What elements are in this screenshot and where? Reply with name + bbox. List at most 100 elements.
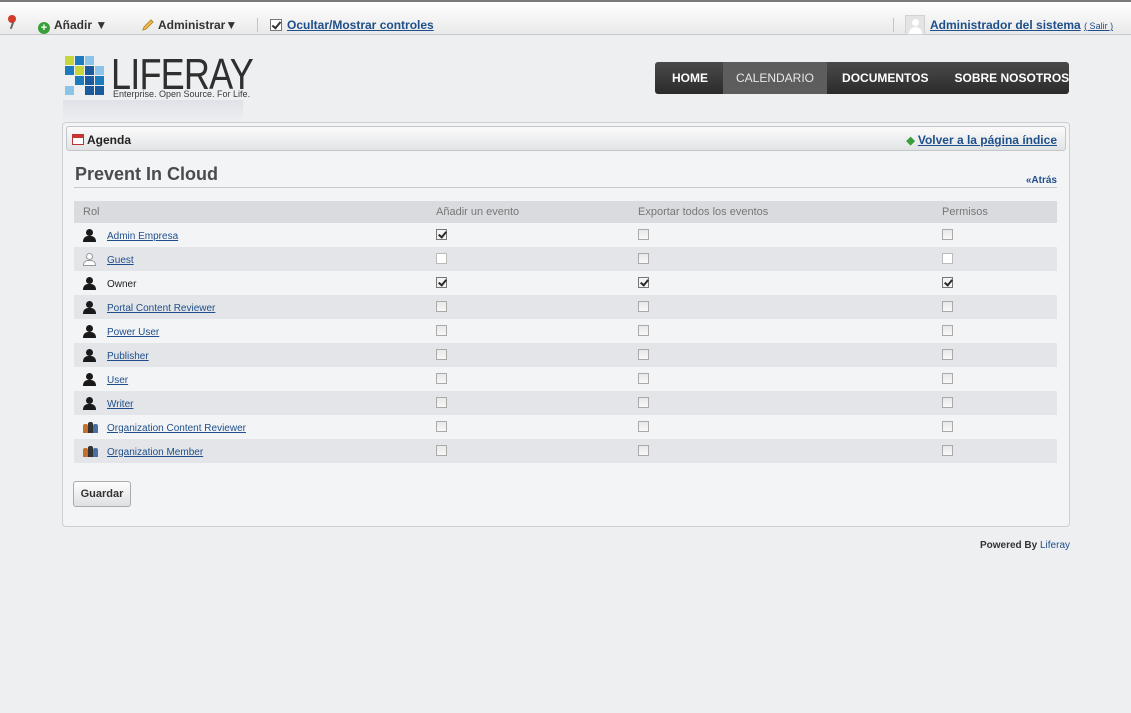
user-name-link[interactable]: Administrador del sistema (930, 18, 1081, 32)
pin-icon[interactable] (6, 15, 18, 30)
add-menu-label: Añadir ▼ (54, 18, 108, 32)
export-events-checkbox[interactable] (638, 229, 649, 241)
back-to-index[interactable]: ◆ Volver a la página índice (906, 133, 1057, 147)
portlet-titlebar: Agenda ◆ Volver a la página índice (66, 126, 1066, 151)
user-icon (83, 300, 96, 314)
nav-tab-sobre-nosotros[interactable]: SOBRE NOSOTROS (941, 62, 1082, 94)
nav-tab-home[interactable]: HOME (659, 62, 721, 94)
user-menu[interactable]: Administrador del sistema ( Salir ) (930, 18, 1113, 32)
export-events-checkbox[interactable] (638, 253, 649, 265)
permissions-checkbox[interactable] (942, 301, 953, 313)
add-event-cell (427, 319, 629, 343)
table-row: Publisher (74, 343, 1057, 367)
permissions-checkbox[interactable] (942, 421, 953, 433)
export-events-checkbox[interactable] (638, 349, 649, 361)
role-name[interactable]: Organization Content Reviewer (107, 423, 246, 434)
manage-menu-label: Administrar▼ (158, 18, 238, 32)
role-cell: Portal Content Reviewer (74, 295, 427, 319)
user-icon (83, 228, 96, 242)
column-header-permissions: Permisos (933, 201, 1057, 223)
add-event-cell (427, 247, 629, 271)
permissions-cell (933, 439, 1057, 463)
add-event-checkbox[interactable] (436, 325, 447, 337)
dock-divider (257, 18, 258, 32)
powered-by-label: Powered By (979, 540, 1038, 551)
permissions-cell (933, 391, 1057, 415)
add-event-checkbox[interactable] (436, 349, 447, 361)
back-link[interactable]: «Atrás (1026, 175, 1057, 186)
export-events-cell (629, 319, 933, 343)
permissions-cell (933, 343, 1057, 367)
export-events-checkbox[interactable] (638, 277, 649, 289)
export-events-checkbox[interactable] (638, 373, 649, 385)
add-event-checkbox[interactable] (436, 397, 447, 409)
add-event-cell (427, 415, 629, 439)
table-row: Organization Member (74, 439, 1057, 463)
table-row: Guest (74, 247, 1057, 271)
permissions-cell (933, 319, 1057, 343)
add-event-checkbox[interactable] (436, 277, 447, 289)
add-menu[interactable]: + Añadir ▼ (38, 18, 107, 34)
role-name[interactable]: Guest (107, 255, 134, 266)
role-name[interactable]: Writer (107, 399, 133, 410)
user-icon (83, 396, 96, 410)
add-event-checkbox[interactable] (436, 373, 447, 385)
column-header-rol: Rol (74, 201, 427, 223)
add-event-checkbox[interactable] (436, 445, 447, 457)
add-event-cell (427, 439, 629, 463)
add-event-checkbox[interactable] (436, 253, 447, 265)
permissions-cell (933, 415, 1057, 439)
export-events-cell (629, 247, 933, 271)
role-cell: Writer (74, 391, 427, 415)
nav-tab-calendario[interactable]: CALENDARIO (723, 62, 828, 94)
back-to-index-link[interactable]: Volver a la página índice (918, 133, 1057, 147)
permissions-checkbox[interactable] (942, 373, 953, 385)
permissions-checkbox[interactable] (942, 325, 953, 337)
role-cell: Power User (74, 319, 427, 343)
nav-tab-documentos[interactable]: DOCUMENTOS (829, 62, 941, 94)
role-name[interactable]: Power User (107, 327, 159, 338)
permissions-checkbox[interactable] (942, 397, 953, 409)
role-name[interactable]: Portal Content Reviewer (107, 303, 215, 314)
export-events-checkbox[interactable] (638, 421, 649, 433)
role-cell: Publisher (74, 343, 427, 367)
page-title: Prevent In Cloud (75, 164, 219, 184)
add-event-cell (427, 295, 629, 319)
role-cell: Admin Empresa (74, 223, 427, 247)
export-events-cell (629, 367, 933, 391)
export-events-checkbox[interactable] (638, 397, 649, 409)
permissions-checkbox[interactable] (942, 253, 953, 265)
table-row: Owner (74, 271, 1057, 295)
add-event-checkbox[interactable] (436, 421, 447, 433)
role-cell: Organization Content Reviewer (74, 415, 427, 439)
toggle-controls[interactable]: Ocultar/Mostrar controles (270, 18, 434, 32)
manage-menu[interactable]: Administrar▼ (142, 18, 237, 32)
organization-icon (83, 421, 98, 433)
add-event-checkbox[interactable] (436, 229, 447, 241)
permissions-checkbox[interactable] (942, 229, 953, 241)
dock-divider (893, 18, 894, 32)
permissions-checkbox[interactable] (942, 445, 953, 457)
add-event-checkbox[interactable] (436, 301, 447, 313)
user-icon (83, 348, 96, 362)
role-name[interactable]: Publisher (107, 351, 149, 362)
permissions-checkbox[interactable] (942, 349, 953, 361)
role-name[interactable]: Organization Member (107, 447, 203, 458)
role-name[interactable]: User (107, 375, 128, 386)
export-events-checkbox[interactable] (638, 445, 649, 457)
column-header-add-event: Añadir un evento (427, 201, 629, 223)
user-icon (83, 372, 96, 386)
signout-link[interactable]: ( Salir ) (1084, 21, 1113, 31)
role-name[interactable]: Admin Empresa (107, 231, 178, 242)
add-event-cell (427, 343, 629, 367)
toggle-controls-link[interactable]: Ocultar/Mostrar controles (287, 18, 434, 32)
add-event-cell (427, 223, 629, 247)
permissions-table: Rol Añadir un evento Exportar todos los … (74, 201, 1057, 463)
liferay-link[interactable]: Liferay (1040, 540, 1070, 551)
export-events-checkbox[interactable] (638, 325, 649, 337)
save-button[interactable]: Guardar (73, 481, 131, 507)
export-events-checkbox[interactable] (638, 301, 649, 313)
table-row: Writer (74, 391, 1057, 415)
permissions-checkbox[interactable] (942, 277, 953, 289)
liferay-logo[interactable]: LIFERAY Enterprise. Open Source. For Lif… (63, 50, 254, 126)
